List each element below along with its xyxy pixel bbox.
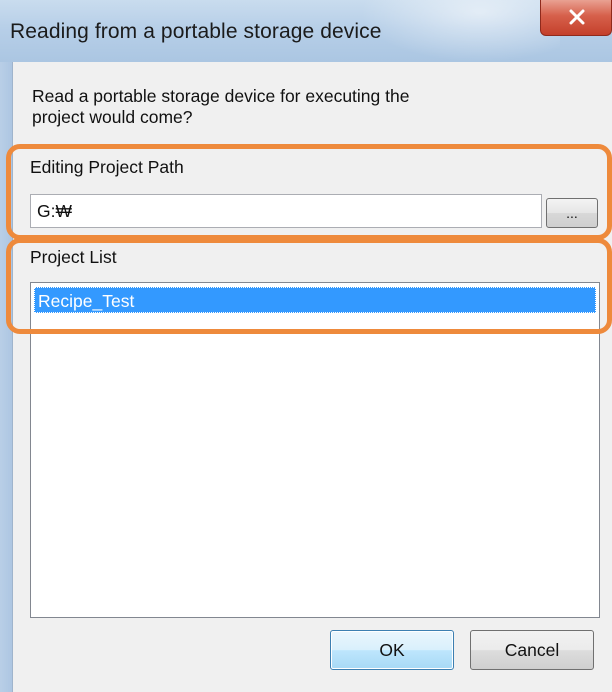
title-bar[interactable]: Reading from a portable storage device [0,0,612,62]
window-left-frame [0,62,12,692]
project-listbox[interactable]: Recipe_Test [30,282,600,618]
editing-path-input[interactable] [30,194,542,228]
close-icon [569,9,585,25]
dialog-message: Read a portable storage device for execu… [32,86,410,127]
title-bar-glare [360,0,560,62]
browse-button[interactable]: ... [546,198,598,228]
cancel-button[interactable]: Cancel [470,630,594,670]
dialog-window: Reading from a portable storage device R… [0,0,612,692]
project-list-item[interactable]: Recipe_Test [34,287,596,313]
close-button[interactable] [540,0,612,36]
ok-button[interactable]: OK [330,630,454,670]
window-title: Reading from a portable storage device [10,20,382,43]
editing-path-label: Editing Project Path [30,157,184,177]
project-list-label: Project List [30,247,117,267]
